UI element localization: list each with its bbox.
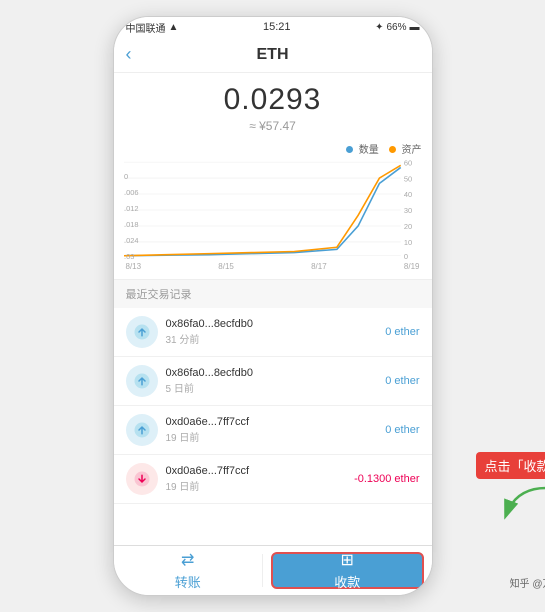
bluetooth-icon: ✦ [375, 22, 383, 33]
bottom-divider [262, 554, 263, 587]
svg-text:0: 0 [124, 172, 128, 181]
annotation-text: 点击「收款」 [476, 452, 545, 479]
wifi-icon: ▲ [169, 22, 179, 33]
status-time: 15:21 [263, 21, 291, 33]
transaction-list: 0x86fa0...8ecfdb0 31 分前 0 ether 0x86fa0.… [114, 308, 432, 504]
svg-text:40: 40 [403, 190, 411, 199]
receive-label: 收款 [334, 572, 360, 591]
chart-section: 数量 资产 [114, 141, 432, 279]
chart-container: .03 .024 .018 .012 .006 0 60 50 40 30 20… [124, 160, 422, 260]
watermark: 知乎 @万岁 [510, 575, 545, 590]
chart-legend: 数量 资产 [124, 141, 422, 156]
battery-text: 66% [386, 22, 406, 33]
balance-cny: ≈ ¥57.47 [114, 119, 432, 133]
tx-item-2: 0x86fa0...8ecfdb0 5 日前 0 ether [114, 357, 432, 406]
battery-icon: ▬ [410, 22, 420, 33]
tx-icon-2 [126, 365, 158, 397]
chart-svg: .03 .024 .018 .012 .006 0 60 50 40 30 20… [124, 160, 422, 260]
tx-address-4: 0xd0a6e...7ff7ccf [166, 465, 355, 477]
svg-text:20: 20 [403, 222, 411, 231]
x-label-4: 8/19 [404, 262, 420, 271]
legend-asset: 资产 [389, 141, 422, 156]
svg-text:60: 60 [403, 160, 411, 167]
annotation: 点击「收款」 [476, 452, 545, 528]
legend-quantity: 数量 [346, 141, 379, 156]
chart-x-labels: 8/13 8/15 8/17 8/19 [124, 262, 422, 271]
svg-text:30: 30 [403, 206, 411, 215]
tx-amount-1: 0 ether [385, 326, 419, 338]
carrier-text: 中国联通 [126, 20, 166, 35]
tx-time-2: 5 日前 [166, 380, 386, 395]
nav-header: ‹ ETH [114, 37, 432, 73]
section-header: 最近交易记录 [114, 279, 432, 308]
tx-icon-3 [126, 414, 158, 446]
receive-button[interactable]: ⊞ 收款 [271, 552, 424, 589]
tx-time-1: 31 分前 [166, 331, 386, 346]
svg-text:.006: .006 [124, 188, 138, 197]
bottom-bar: ⇄ 转账 ⊞ 收款 [114, 545, 432, 595]
transfer-icon: ⇄ [181, 550, 194, 570]
back-button[interactable]: ‹ [126, 44, 132, 65]
tx-address-3: 0xd0a6e...7ff7ccf [166, 416, 386, 428]
receive-icon: ⊞ [341, 550, 354, 570]
tx-item-3: 0xd0a6e...7ff7ccf 19 日前 0 ether [114, 406, 432, 455]
status-left: 中国联通 ▲ [126, 20, 179, 35]
svg-text:50: 50 [403, 174, 411, 183]
annotation-arrow [496, 483, 545, 528]
tx-info-1: 0x86fa0...8ecfdb0 31 分前 [166, 318, 386, 346]
tx-amount-4: -0.1300 ether [354, 473, 419, 485]
transfer-label: 转账 [175, 572, 201, 591]
x-label-1: 8/13 [126, 262, 142, 271]
page-title: ETH [257, 46, 289, 64]
tx-info-3: 0xd0a6e...7ff7ccf 19 日前 [166, 416, 386, 444]
tx-address-2: 0x86fa0...8ecfdb0 [166, 367, 386, 379]
tx-item-1: 0x86fa0...8ecfdb0 31 分前 0 ether [114, 308, 432, 357]
tx-info-2: 0x86fa0...8ecfdb0 5 日前 [166, 367, 386, 395]
status-right: ✦ 66% ▬ [375, 22, 419, 33]
tx-amount-3: 0 ether [385, 424, 419, 436]
tx-address-1: 0x86fa0...8ecfdb0 [166, 318, 386, 330]
svg-text:.03: .03 [124, 252, 134, 260]
svg-text:.012: .012 [124, 204, 138, 213]
svg-text:.024: .024 [124, 236, 138, 245]
svg-text:0: 0 [403, 252, 407, 260]
svg-text:10: 10 [403, 238, 411, 247]
tx-amount-2: 0 ether [385, 375, 419, 387]
x-label-3: 8/17 [311, 262, 327, 271]
balance-value: 0.0293 [114, 83, 432, 117]
asset-dot [389, 146, 396, 153]
tx-icon-4 [126, 463, 158, 495]
tx-info-4: 0xd0a6e...7ff7ccf 19 日前 [166, 465, 355, 493]
balance-section: 0.0293 ≈ ¥57.47 [114, 73, 432, 141]
tx-item-4: 0xd0a6e...7ff7ccf 19 日前 -0.1300 ether [114, 455, 432, 504]
svg-text:.018: .018 [124, 220, 138, 229]
transfer-button[interactable]: ⇄ 转账 [114, 546, 263, 595]
x-label-2: 8/15 [218, 262, 234, 271]
tx-time-3: 19 日前 [166, 429, 386, 444]
tx-icon-1 [126, 316, 158, 348]
quantity-dot [346, 146, 353, 153]
tx-time-4: 19 日前 [166, 478, 355, 493]
status-bar: 中国联通 ▲ 15:21 ✦ 66% ▬ [114, 17, 432, 37]
phone-screen: 中国联通 ▲ 15:21 ✦ 66% ▬ ‹ ETH 0.0293 ≈ ¥57.… [113, 16, 433, 596]
